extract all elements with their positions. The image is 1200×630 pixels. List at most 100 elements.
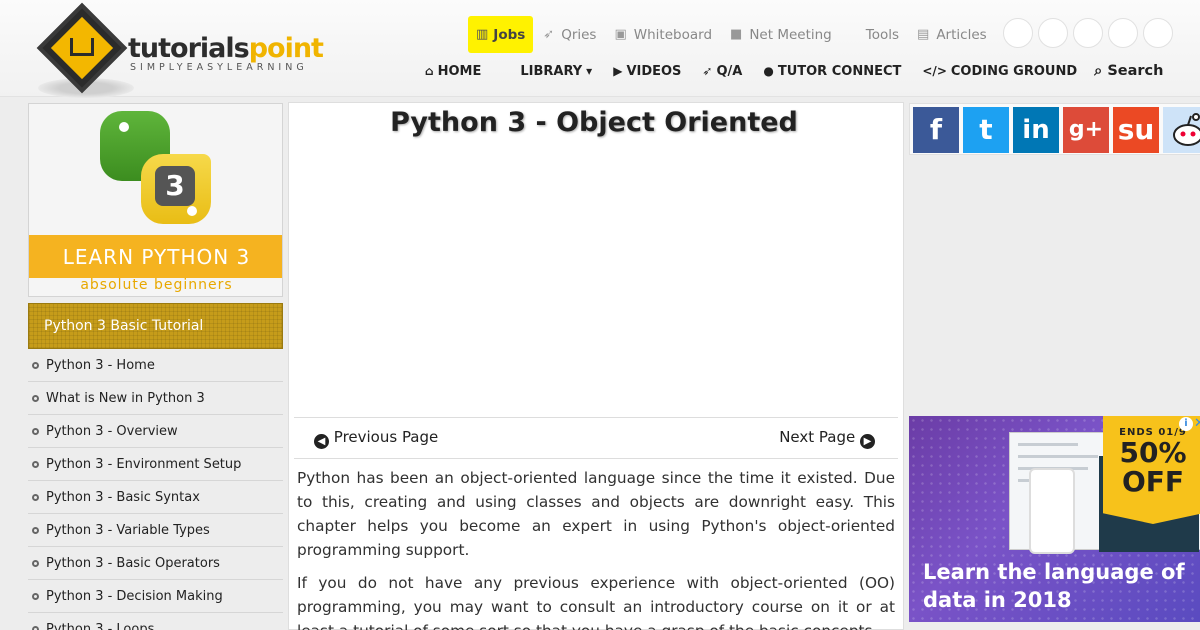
logo-tagline: SIMPLYEASYLEARNING	[130, 62, 308, 73]
logo-wordmark: tutorialspoint	[128, 33, 324, 64]
nav-library-label: LIBRARY	[520, 63, 583, 79]
reddit-icon[interactable]	[1163, 107, 1200, 153]
ad-percent-text: 50%	[1119, 436, 1187, 469]
stumbleupon-icon[interactable]: su	[1113, 107, 1159, 153]
logo-book-icon	[70, 38, 94, 56]
sidebar-item[interactable]: Python 3 - Loops	[28, 613, 283, 630]
nav-qa-label: Q/A	[716, 63, 743, 79]
logo-word-b: point	[248, 33, 324, 64]
site-header: tutorialspoint SIMPLYEASYLEARNING ▥ Jobs …	[0, 0, 1200, 100]
main-content: Python 3 - Object Oriented ◀ Previous Pa…	[288, 102, 904, 630]
nav-qa[interactable]: ➶ Q/A	[702, 64, 742, 79]
sidebar-item[interactable]: Python 3 - Basic Operators	[28, 547, 283, 580]
main-nav: ⌂ HOME LIBRARY ▾ ▶ VIDEOS ➶ Q/A ● TUTOR CONNE…	[425, 60, 1163, 82]
search-icon: ⌕	[1094, 63, 1103, 79]
sidebar-item[interactable]: What is New in Python 3	[28, 382, 283, 415]
header-social-circle[interactable]	[1003, 18, 1033, 48]
header-social-circle[interactable]	[1038, 18, 1068, 48]
banner-subtitle: absolute beginners	[80, 277, 233, 293]
header-social-circle[interactable]	[1143, 18, 1173, 48]
sidebar-item[interactable]: Python 3 - Basic Syntax	[28, 481, 283, 514]
nav-home-label: HOME	[437, 63, 482, 79]
nav-jobs-label: Jobs	[493, 26, 526, 43]
bullet-icon	[32, 625, 39, 630]
twitter-icon[interactable]: t	[963, 107, 1009, 153]
nav-whiteboard[interactable]: ▣ Whiteboard	[614, 27, 712, 43]
ad-screen-line	[1018, 455, 1098, 458]
arrow-left-circle-icon: ◀	[314, 434, 329, 449]
facebook-icon[interactable]: f	[913, 107, 959, 153]
nav-whiteboard-label: Whiteboard	[633, 26, 713, 43]
bullet-icon	[32, 460, 39, 468]
sidebar-item[interactable]: Python 3 - Overview	[28, 415, 283, 448]
ad-close-icon[interactable]: ✕	[1194, 416, 1200, 431]
tutorial-menu: Python 3 - Home What is New in Python 3 …	[28, 349, 283, 630]
linkedin-icon[interactable]: in	[1013, 107, 1059, 153]
previous-page-link[interactable]: ◀ Previous Page	[314, 428, 438, 449]
whiteboard-icon: ▣	[614, 27, 627, 42]
share-bar: f t in g+ su	[909, 103, 1200, 155]
sidebar-item-label: Python 3 - Loops	[46, 621, 155, 630]
code-icon: </>	[922, 64, 947, 78]
nav-net-meeting-label: Net Meeting	[749, 26, 832, 43]
content-paragraph: If you do not have any previous experien…	[297, 574, 895, 630]
bullet-icon	[32, 394, 39, 402]
nav-tutor-connect-label: TUTOR CONNECT	[777, 63, 902, 79]
paper-plane-icon: ➶	[702, 64, 713, 78]
ad-phone-image	[1029, 468, 1075, 554]
bullet-icon	[32, 427, 39, 435]
sidebar-item-label: Python 3 - Variable Types	[46, 522, 210, 538]
nav-home[interactable]: ⌂ HOME	[425, 64, 481, 79]
arrow-right-circle-icon: ▶	[860, 434, 875, 449]
sidebar-item-label: Python 3 - Decision Making	[46, 588, 223, 604]
bullet-icon	[32, 559, 39, 567]
sidebar-section-title: Python 3 Basic Tutorial	[28, 303, 283, 349]
nav-library[interactable]: LIBRARY ▾	[520, 64, 592, 79]
advertisement[interactable]: ENDS 01/9 50% OFF i ✕ Learn the language…	[909, 416, 1200, 622]
nav-tutor-connect[interactable]: ● TUTOR CONNECT	[763, 64, 901, 79]
search-button[interactable]: ⌕ Search	[1094, 63, 1163, 79]
sidebar-item-label: Python 3 - Basic Syntax	[46, 489, 200, 505]
header-social-circle[interactable]	[1073, 18, 1103, 48]
header-social-circle[interactable]	[1108, 18, 1138, 48]
bullet-icon	[32, 526, 39, 534]
sidebar-item[interactable]: Python 3 - Environment Setup	[28, 448, 283, 481]
paper-plane-icon: ➶	[543, 27, 555, 42]
next-page-link[interactable]: Next Page ▶	[779, 428, 875, 449]
document-icon: ▤	[917, 27, 930, 42]
python-logo-eye	[119, 122, 129, 132]
video-camera-icon: ■	[730, 27, 743, 42]
nav-qries[interactable]: ➶ Qries	[543, 27, 596, 43]
nav-coding-ground[interactable]: </> CODING GROUND	[922, 64, 1077, 79]
nav-jobs[interactable]: ▥ Jobs	[468, 16, 534, 53]
ad-info-icon[interactable]: i	[1179, 417, 1193, 431]
python-course-banner[interactable]: 3 LEARN PYTHON 3 absolute beginners	[28, 103, 283, 297]
previous-page-label: Previous Page	[333, 428, 439, 446]
nav-articles[interactable]: ▤ Articles	[917, 27, 987, 43]
home-icon: ⌂	[425, 64, 434, 78]
next-page-label: Next Page	[779, 428, 856, 446]
sidebar-item[interactable]: Python 3 - Decision Making	[28, 580, 283, 613]
sidebar-item[interactable]: Python 3 - Variable Types	[28, 514, 283, 547]
nav-qries-label: Qries	[561, 26, 597, 43]
sidebar-item[interactable]: Python 3 - Home	[28, 349, 283, 382]
nav-coding-ground-label: CODING GROUND	[950, 63, 1078, 79]
bullet-icon	[32, 361, 39, 369]
bullet-icon	[32, 493, 39, 501]
version-badge: 3	[155, 166, 195, 206]
header-social-buttons	[1003, 18, 1178, 48]
nav-videos[interactable]: ▶ VIDEOS	[613, 64, 681, 79]
left-sidebar: 3 LEARN PYTHON 3 absolute beginners Pyth…	[28, 103, 283, 630]
page-navigation: ◀ Previous Page Next Page ▶	[294, 417, 898, 459]
site-logo[interactable]: tutorialspoint SIMPLYEASYLEARNING	[36, 2, 356, 100]
nav-tools[interactable]: Tools	[866, 27, 899, 43]
nav-net-meeting[interactable]: ■ Net Meeting	[730, 27, 832, 43]
google-plus-icon[interactable]: g+	[1063, 107, 1109, 153]
user-icon: ●	[763, 64, 774, 78]
ad-off-text: OFF	[1121, 465, 1185, 498]
logo-word-a: tutorials	[128, 33, 250, 64]
search-label: Search	[1107, 63, 1164, 79]
top-nav: ▥ Jobs ➶ Qries ▣ Whiteboard ■ Net Meeting To…	[468, 16, 1005, 53]
python-logo-eye	[187, 206, 197, 216]
ad-screen-line	[1018, 443, 1078, 446]
